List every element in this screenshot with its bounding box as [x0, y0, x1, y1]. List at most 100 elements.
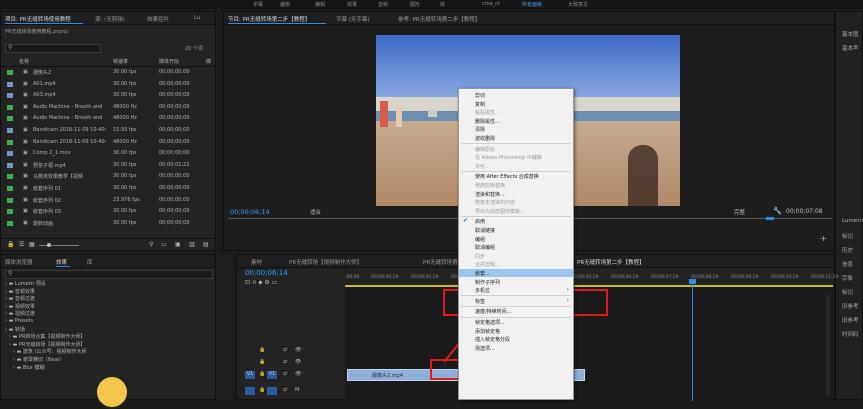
zoom-slider[interactable] — [39, 245, 79, 246]
label-color-swatch[interactable] — [7, 116, 13, 122]
project-item[interactable]: ▣ 旋转动画 30.00 fps 00;00;00;00 — [1, 219, 213, 228]
sync-icon[interactable]: ⇄ — [283, 387, 287, 393]
workspace-tab[interactable]: 字幕 — [253, 1, 263, 8]
fit-dropdown[interactable]: 适合 — [310, 208, 321, 216]
project-item[interactable]: ▣ 预览子视.mp4 30.00 fps 00;00;01;22 — [1, 161, 213, 170]
menu-item[interactable]: 在 Adobe Photoshop 中编辑 — [459, 153, 573, 161]
tab-effects[interactable]: 效果 — [56, 258, 67, 266]
menu-item[interactable]: 插入帧定格分段 — [459, 335, 573, 343]
new-bin-icon[interactable]: ▭ — [161, 241, 167, 248]
effects-folder[interactable]: › ▬ Blur 模糊 — [13, 364, 45, 371]
sync-icon[interactable]: ⇄ — [283, 371, 287, 377]
menu-item[interactable]: 清除 — [459, 125, 573, 133]
label-color-swatch[interactable] — [7, 197, 13, 203]
menu-item[interactable]: 制作子序列 — [459, 278, 573, 286]
effects-folder[interactable]: › ▬ PR无缝转场【视频制作大师】 — [9, 341, 85, 348]
chevron-right-icon[interactable]: › — [9, 334, 11, 340]
menu-item[interactable]: 添加帧定格 — [459, 327, 573, 335]
zoom-slider-handle[interactable] — [47, 243, 51, 247]
program-playhead[interactable] — [766, 217, 774, 220]
menu-item[interactable]: 帧定格选项... — [459, 318, 573, 326]
add-button-icon[interactable]: + — [820, 234, 827, 243]
lock-icon[interactable]: 🔒 — [259, 359, 265, 365]
label-color-swatch[interactable] — [7, 174, 13, 180]
trash-icon[interactable]: ▤ — [203, 241, 209, 248]
right-panel-item[interactable]: 时间码 — [842, 330, 859, 338]
effects-folder[interactable]: › ▬ 建筑 (公众号：视频制作大师 — [13, 348, 86, 355]
label-color-swatch[interactable] — [7, 162, 13, 168]
project-item[interactable]: ▣ 嵌套序列 02 23.976 fps 00;00;00;00 — [1, 196, 213, 205]
effects-folder[interactable]: › ▬ Lumetri 预设 — [5, 280, 46, 287]
label-color-swatch[interactable] — [7, 70, 13, 75]
find-icon[interactable]: ⚲ — [149, 241, 153, 248]
timeline-timecode[interactable]: 00;00;06;14 — [245, 269, 288, 277]
label-color-swatch[interactable] — [7, 186, 13, 191]
workspace-tab[interactable]: cma_ct — [482, 1, 500, 7]
tab-source[interactable]: 源: (无剪辑) — [95, 15, 125, 23]
eye-icon[interactable]: 👁 — [295, 347, 301, 353]
project-item[interactable]: ▣ 摄像头2 30.00 fps 00;00;00;00 — [1, 68, 213, 77]
label-color-swatch[interactable] — [7, 128, 13, 133]
sync-icon[interactable]: ⇄ — [283, 347, 287, 353]
menu-item[interactable]: 场选项... — [459, 344, 573, 352]
menu-item[interactable]: 编组 — [459, 235, 573, 243]
list-view-icon[interactable]: ☰ — [19, 241, 24, 248]
label-color-swatch[interactable] — [7, 104, 13, 110]
chevron-right-icon[interactable]: › — [5, 327, 7, 333]
workspace-tab[interactable]: 大致意见 — [568, 1, 588, 8]
chevron-right-icon[interactable]: › — [5, 304, 7, 310]
project-item[interactable]: ▣ Comp 2_1.mov 30.00 fps 00;00;00;00 — [1, 149, 213, 158]
project-item[interactable]: ▣ 马赛克效果教学【视频 30.00 fps 00;00;00;00 — [1, 172, 213, 181]
label-color-swatch[interactable] — [7, 209, 13, 215]
project-item[interactable]: ▣ 嵌套序列 01 30.00 fps 00;00;00;00 — [1, 184, 213, 193]
menu-item[interactable]: 使用 After Effects 合成替换 — [459, 172, 573, 180]
effects-folder[interactable]: › ▬ 视频过渡 — [5, 310, 35, 317]
menu-item[interactable]: 粘贴属性... — [459, 108, 573, 116]
captions-icon[interactable]: ▭ — [272, 279, 278, 286]
lock-icon[interactable]: 🔒 — [259, 371, 265, 377]
menu-item[interactable]: 编辑原始 — [459, 145, 573, 153]
tab-sequence[interactable]: 素材 — [251, 258, 262, 266]
chevron-right-icon[interactable]: › — [13, 365, 15, 371]
tab-project[interactable]: 项目: PR无缝转场使用教程 — [5, 15, 71, 23]
tab-effect-controls[interactable]: 效果控件 — [147, 15, 169, 23]
tab-sequence[interactable]: PR无缝转场【视频制作大师】 — [289, 258, 362, 266]
lock-icon[interactable]: 🔒 — [259, 387, 265, 393]
effects-folder[interactable]: › ▬ 音频过渡 — [5, 295, 35, 302]
menu-item[interactable]: 多机位 › — [459, 286, 573, 294]
menu-item[interactable]: 取消链接 — [459, 226, 573, 234]
col-fps[interactable]: 帧速率 — [113, 58, 128, 65]
menu-item[interactable]: 嵌套... — [459, 269, 573, 278]
effects-folder[interactable]: › ▬ 遮罩横切（New） — [13, 356, 64, 363]
effects-folder[interactable]: › ▬ 转场 — [5, 326, 25, 333]
eye-icon[interactable]: 👁 — [295, 371, 301, 377]
menu-item[interactable]: 许可... — [459, 162, 573, 170]
label-color-swatch[interactable] — [7, 139, 13, 145]
chevron-right-icon[interactable]: › — [13, 349, 15, 355]
right-panel-item[interactable]: 历史 — [842, 246, 853, 254]
right-panel-item[interactable]: 旧参考 — [842, 316, 859, 324]
menu-item[interactable]: 导出为动态图形模板... — [459, 207, 573, 215]
label-color-swatch[interactable] — [7, 220, 13, 226]
program-timecode[interactable]: 00;00;06;14 — [230, 208, 270, 216]
playhead[interactable] — [692, 283, 693, 401]
project-item[interactable]: ▣ Audio Machine - Breath and 48000 Hz 00;00… — [1, 103, 213, 112]
right-panel-item[interactable]: 信息 — [842, 260, 853, 268]
source-patch[interactable] — [245, 387, 255, 395]
mute-icon[interactable]: M — [295, 387, 299, 393]
wrench-icon[interactable]: 🔧 — [773, 207, 782, 215]
project-item[interactable]: ▣ Audio Machine - Breath and 48000 Hz 00;00… — [1, 114, 213, 123]
project-item[interactable]: ▣ Bandicam 2018-11-09 10-40- 15.93 fps 00;0… — [1, 126, 213, 135]
menu-item[interactable]: 渲染和替换... — [459, 190, 573, 198]
eye-icon[interactable]: 👁 — [295, 359, 301, 365]
timeline-scrollbar[interactable] — [826, 295, 830, 395]
workspace-tab[interactable]: 所有面板 — [522, 1, 542, 8]
lock-icon[interactable]: 🔒 — [7, 241, 14, 248]
workspace-tab[interactable]: 库 — [440, 1, 445, 8]
right-panel-item[interactable]: 宗象 — [842, 274, 853, 282]
snap-icon[interactable]: ⊡ — [245, 279, 250, 286]
workspace-tab[interactable]: 效果 — [347, 1, 357, 8]
marker-icon[interactable]: ⬥ — [258, 279, 262, 286]
menu-item[interactable]: 速度/持续时间... — [459, 307, 573, 315]
menu-item[interactable]: 同步 — [459, 252, 573, 260]
